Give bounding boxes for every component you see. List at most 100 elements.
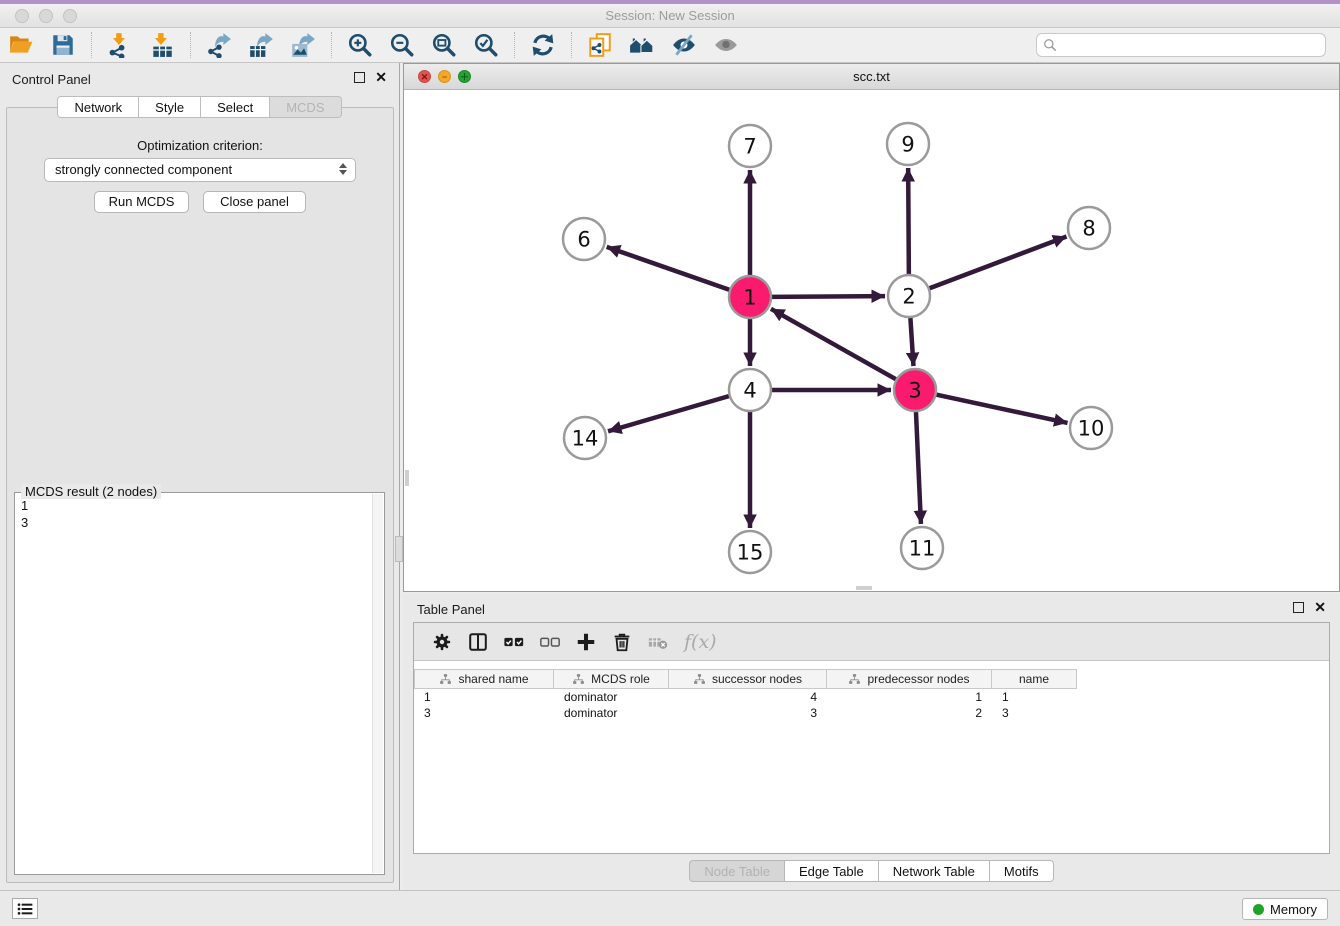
clone-network-icon[interactable] — [585, 31, 615, 59]
graph-edge-2-8[interactable] — [930, 236, 1067, 288]
graph-node-label-8: 8 — [1082, 217, 1095, 241]
select-chevrons-icon — [339, 163, 347, 175]
tab-network-table[interactable]: Network Table — [879, 860, 990, 882]
table-header-row: shared nameMCDS rolesuccessor nodesprede… — [414, 669, 1329, 689]
table-cell[interactable]: 3 — [992, 705, 1077, 721]
graph-node-label-3: 3 — [908, 379, 921, 403]
mcds-result-scrollbar[interactable] — [372, 494, 383, 873]
export-network-icon[interactable] — [204, 31, 234, 59]
table-row[interactable]: 3dominator323 — [414, 705, 1329, 721]
refresh-layout-icon[interactable] — [528, 31, 558, 59]
table-cell[interactable]: 2 — [827, 705, 992, 721]
deselect-all-checks-icon[interactable] — [537, 629, 563, 655]
mcds-result-title: MCDS result (2 nodes) — [21, 484, 161, 499]
graph-edge-1-2[interactable] — [772, 296, 885, 297]
table-cell[interactable]: 3 — [414, 705, 554, 721]
tab-motifs[interactable]: Motifs — [990, 860, 1054, 882]
window-zoom-button[interactable] — [63, 9, 77, 23]
open-folder-icon[interactable] — [6, 31, 36, 59]
canvas-scroll-indicator-horizontal[interactable] — [856, 586, 872, 590]
table-cell[interactable]: dominator — [554, 705, 669, 721]
graph-edge-2-9[interactable] — [908, 168, 909, 274]
network-maximize-button[interactable]: ＋ — [458, 70, 471, 83]
window-minimize-button[interactable] — [39, 9, 53, 23]
import-table-icon[interactable] — [147, 31, 177, 59]
toolbar-separator — [91, 32, 92, 58]
zoom-selected-icon[interactable] — [471, 31, 501, 59]
delete-column-icon[interactable] — [609, 629, 635, 655]
tab-mcds[interactable]: MCDS — [270, 96, 341, 118]
table-cell[interactable]: 1 — [414, 689, 554, 705]
zoom-in-icon[interactable] — [345, 31, 375, 59]
export-table-icon[interactable] — [246, 31, 276, 59]
app-title: Session: New Session — [0, 4, 1340, 28]
table-cell[interactable]: 3 — [669, 705, 827, 721]
run-mcds-button[interactable]: Run MCDS — [94, 191, 189, 213]
console-log-button[interactable] — [12, 898, 38, 919]
column-header-shared-name[interactable]: shared name — [414, 669, 554, 689]
search-box[interactable] — [1036, 33, 1326, 57]
show-all-eye-icon[interactable] — [711, 31, 741, 59]
graph-edge-1-6[interactable] — [607, 247, 730, 290]
delete-table-icon-disabled — [645, 629, 671, 655]
network-window-titlebar[interactable]: ✕ − ＋ scc.txt — [404, 64, 1339, 90]
close-panel-icon[interactable]: ✕ — [375, 69, 387, 85]
memory-status-dot — [1253, 904, 1264, 915]
memory-button[interactable]: Memory — [1242, 898, 1328, 920]
close-panel-button[interactable]: Close panel — [203, 191, 306, 213]
network-minimize-button[interactable]: − — [438, 70, 451, 83]
tab-edge-table[interactable]: Edge Table — [785, 860, 879, 882]
graph-edge-3-10[interactable] — [937, 395, 1068, 423]
split-pane-grip[interactable] — [395, 536, 403, 562]
graph-node-label-14: 14 — [572, 427, 599, 451]
table-toolbar: f(x) — [414, 623, 1329, 661]
table-row[interactable]: 1dominator411 — [414, 689, 1329, 705]
table-cell[interactable]: dominator — [554, 689, 669, 705]
table-panel-body: f(x) shared nameMCDS rolesuccessor nodes… — [413, 622, 1330, 854]
import-network-icon[interactable] — [105, 31, 135, 59]
column-header-successor-nodes[interactable]: successor nodes — [669, 669, 827, 689]
float-table-panel-icon[interactable] — [1293, 602, 1304, 613]
table-rows: 1dominator4113dominator323 — [414, 689, 1329, 721]
column-header-predecessor-nodes[interactable]: predecessor nodes — [827, 669, 992, 689]
graph-node-label-9: 9 — [901, 133, 914, 157]
add-column-icon[interactable] — [573, 629, 599, 655]
zoom-out-icon[interactable] — [387, 31, 417, 59]
settings-gear-icon[interactable] — [429, 629, 455, 655]
network-window-title: scc.txt — [404, 64, 1339, 90]
table-cell[interactable]: 1 — [827, 689, 992, 705]
table-cell[interactable]: 4 — [669, 689, 827, 705]
tab-style[interactable]: Style — [139, 96, 201, 118]
main-toolbar — [0, 28, 1340, 63]
close-table-panel-icon[interactable]: ✕ — [1314, 599, 1326, 615]
network-canvas[interactable]: 7968124314101511 — [404, 90, 1339, 591]
search-input[interactable] — [1057, 38, 1325, 52]
column-layout-icon[interactable] — [465, 629, 491, 655]
window-close-button[interactable] — [15, 9, 29, 23]
graph-node-label-10: 10 — [1078, 417, 1105, 441]
zoom-fit-icon[interactable] — [429, 31, 459, 59]
select-all-checks-icon[interactable] — [501, 629, 527, 655]
graph-edge-3-1[interactable] — [771, 309, 896, 379]
table-cell[interactable]: 1 — [992, 689, 1077, 705]
float-panel-icon[interactable] — [354, 72, 365, 83]
table-panel: Table Panel ✕ f(x) shared nameMCDS roles… — [403, 594, 1340, 890]
mcds-result-box: MCDS result (2 nodes) 1 3 — [14, 492, 385, 875]
column-header-MCDS-role[interactable]: MCDS role — [554, 669, 669, 689]
optimization-criterion-select[interactable]: strongly connected component — [44, 158, 356, 182]
tab-node-table[interactable]: Node Table — [689, 860, 785, 882]
tab-network[interactable]: Network — [57, 96, 139, 118]
network-window: ✕ − ＋ scc.txt 7968124314101511 — [403, 63, 1340, 592]
status-bar: Memory — [0, 890, 1340, 926]
column-header-name[interactable]: name — [992, 669, 1077, 689]
graph-edge-4-14[interactable] — [608, 396, 729, 431]
hide-selected-eye-icon[interactable] — [669, 31, 699, 59]
export-image-icon[interactable] — [288, 31, 318, 59]
save-session-icon[interactable] — [48, 31, 78, 59]
graph-edge-2-3[interactable] — [910, 318, 913, 366]
canvas-scroll-indicator-vertical[interactable] — [405, 470, 409, 486]
graph-edge-3-11[interactable] — [916, 412, 921, 524]
first-neighbors-icon[interactable] — [627, 31, 657, 59]
network-close-button[interactable]: ✕ — [418, 70, 431, 83]
tab-select[interactable]: Select — [201, 96, 270, 118]
